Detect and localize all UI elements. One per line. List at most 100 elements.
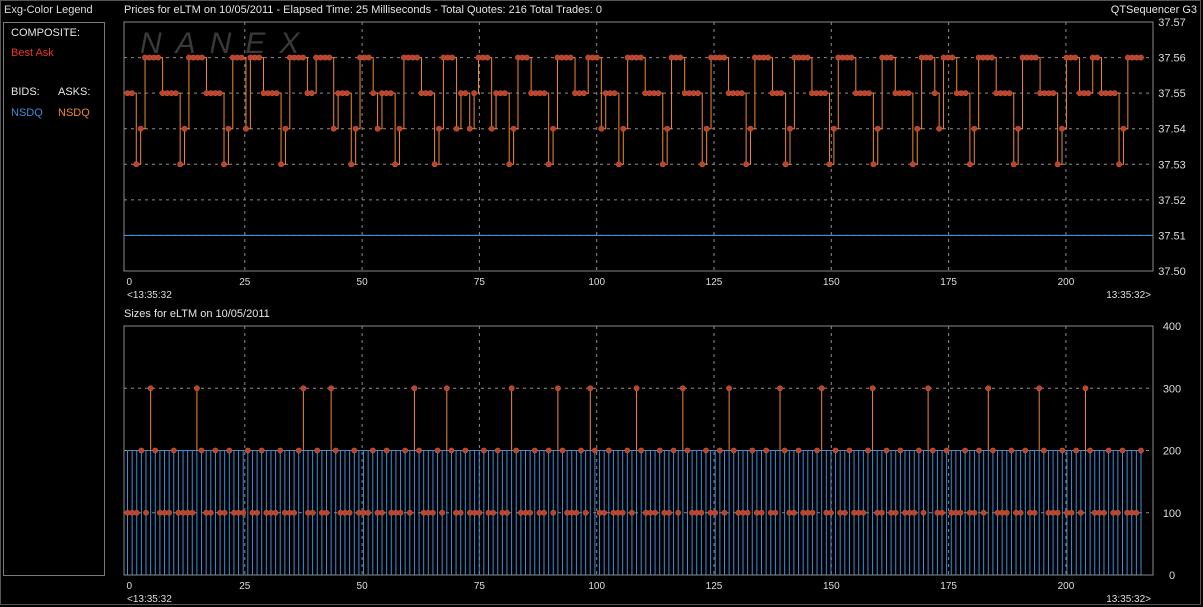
size-y-tick-label: 400 [1163, 321, 1181, 333]
price-point [541, 90, 548, 97]
size-ask-point [832, 447, 839, 454]
price-x-tick-label: 150 [823, 277, 840, 288]
size-ask-point [915, 447, 922, 454]
price-x-tick-label: 75 [474, 277, 486, 288]
price-point [1015, 125, 1022, 132]
price-point [352, 125, 359, 132]
price-point [580, 90, 587, 97]
price-y-tick-label: 37.57 [1158, 17, 1186, 29]
size-time-start: <13:35:32 [127, 594, 172, 605]
price-point [348, 161, 355, 168]
size-ask-point [1119, 447, 1126, 454]
price-point [787, 125, 793, 132]
size-ask-point [841, 509, 848, 516]
price-point [523, 54, 530, 61]
price-point [971, 125, 978, 132]
size-ask-point [258, 447, 265, 454]
size-ask-point [573, 509, 580, 516]
size-ask-point [809, 509, 816, 516]
price-point [804, 54, 811, 61]
size-ask-point [679, 385, 686, 392]
size-ask-point [346, 509, 353, 516]
size-ask-point [1073, 447, 1080, 454]
size-ask-point [1017, 509, 1024, 516]
price-point [949, 54, 956, 61]
size-ask-point [920, 509, 927, 516]
price-point [431, 161, 438, 168]
price-point [396, 125, 403, 132]
price-point [830, 125, 837, 132]
size-ask-point [703, 447, 709, 454]
size-ask-point [781, 447, 788, 454]
price-point [238, 54, 245, 61]
price-point [931, 90, 938, 97]
price-point [1072, 54, 1079, 61]
size-ask-point [1054, 509, 1061, 516]
price-point [1094, 54, 1101, 61]
price-point [501, 90, 508, 97]
size-ask-point [624, 447, 631, 454]
size-ask-point [254, 509, 260, 516]
price-point [225, 125, 232, 132]
size-ask-point [716, 447, 723, 454]
size-ask-point [601, 509, 608, 516]
price-time-start: <13:35:32 [127, 290, 172, 301]
size-ask-point [189, 509, 196, 516]
size-x-tick-label: 25 [239, 581, 251, 592]
size-ask-point [147, 385, 154, 392]
size-ask-point [351, 447, 358, 454]
price-point [1116, 161, 1122, 168]
size-ask-point [1059, 447, 1066, 454]
price-point [1111, 90, 1118, 97]
size-ask-point [462, 447, 469, 454]
size-ask-point [402, 447, 409, 454]
price-point [330, 125, 337, 132]
price-point [598, 125, 605, 132]
size-ask-point [1031, 509, 1038, 516]
price-point [545, 161, 552, 168]
size-y-tick-label: 300 [1163, 383, 1181, 395]
size-ask-point [434, 447, 441, 454]
size-ask-point [411, 385, 418, 392]
price-y-tick-label: 37.52 [1158, 195, 1186, 207]
price-point [826, 161, 833, 168]
price-point [449, 54, 456, 61]
price-point [866, 90, 872, 97]
size-ask-point [504, 509, 510, 516]
price-point [273, 90, 280, 97]
size-ask-point [406, 509, 413, 516]
size-ask-point [226, 447, 233, 454]
price-point [594, 54, 600, 61]
size-ask-point [911, 509, 918, 516]
price-y-tick-label: 37.50 [1158, 266, 1186, 278]
size-ask-point [457, 509, 464, 516]
price-point [927, 54, 934, 61]
size-ask-point [878, 509, 885, 516]
size-ask-point [1077, 509, 1084, 516]
price-x-tick-label: 25 [239, 277, 251, 288]
size-ask-point [272, 509, 279, 516]
price-point [1085, 90, 1092, 97]
price-x-tick-label: 100 [588, 277, 605, 288]
price-point [155, 54, 162, 61]
size-x-tick-label: 175 [940, 581, 957, 592]
size-ask-point [675, 509, 682, 516]
size-ask-point [633, 385, 640, 392]
price-x-tick-label: 175 [940, 277, 957, 288]
size-ask-point [666, 509, 672, 516]
size-ask-point [943, 447, 950, 454]
size-ask-point [443, 385, 450, 392]
size-x-tick-label: 200 [1058, 581, 1075, 592]
price-point [874, 125, 881, 132]
size-ask-point [448, 447, 455, 454]
size-ask-point [1114, 509, 1121, 516]
price-x-tick-label: 50 [357, 277, 369, 288]
price-time-end: 13:35:32> [1106, 290, 1151, 301]
size-ask-point [971, 509, 978, 516]
nanex-watermark: NANEX [140, 27, 313, 60]
size-ask-point [207, 509, 214, 516]
price-point [510, 125, 517, 132]
size-ask-point [133, 509, 140, 516]
price-point [743, 161, 750, 168]
size-x-tick-label: 150 [823, 581, 840, 592]
